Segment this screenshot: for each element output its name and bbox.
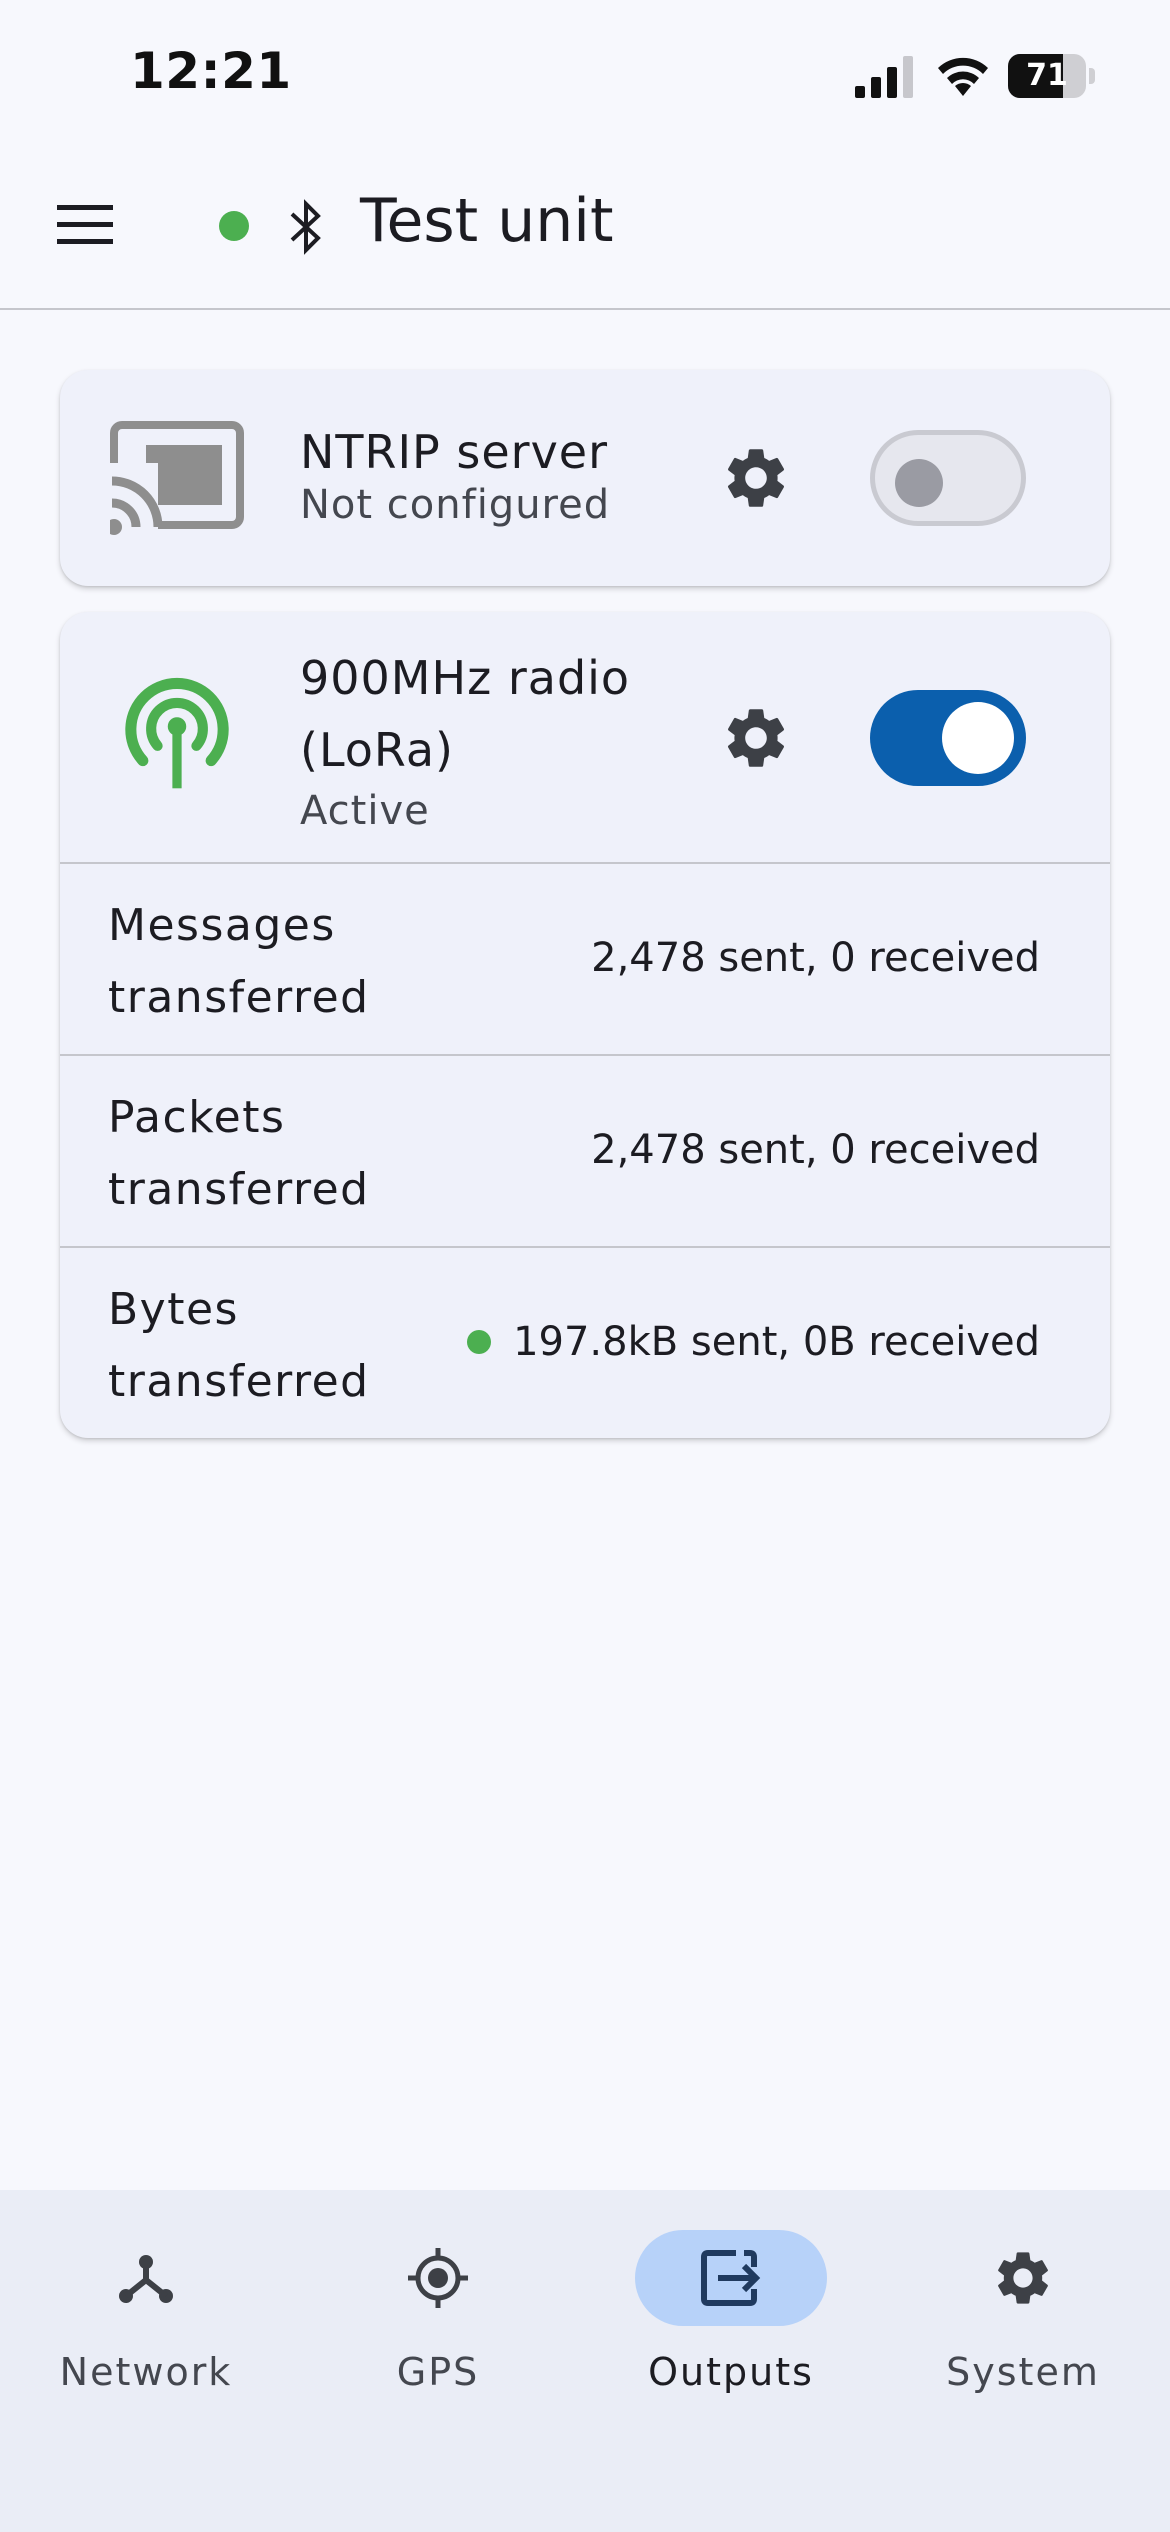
nav-system[interactable]: System bbox=[893, 2230, 1153, 2410]
outputs-icon bbox=[701, 2250, 761, 2306]
nav-label: Network bbox=[59, 2350, 233, 2394]
status-bar: 12:21 71 bbox=[0, 0, 1170, 150]
stat-value: 2,478 sent, 0 received bbox=[591, 935, 1040, 981]
output-status: Not configured bbox=[300, 482, 611, 528]
stat-label: Packets transferred bbox=[108, 1092, 370, 1215]
stat-value-bytes: 197.8kB sent, 0B received bbox=[467, 1310, 1040, 1374]
activity-dot bbox=[467, 1330, 492, 1354]
stat-label: Messages transferred bbox=[108, 900, 370, 1023]
bluetooth-icon bbox=[290, 199, 321, 255]
stat-value: 2,478 sent, 0 received bbox=[591, 1127, 1040, 1173]
nav-label: Outputs bbox=[648, 2350, 814, 2394]
stat-row-packets: Packets transferred 2,478 sent, 0 receiv… bbox=[60, 1054, 1110, 1246]
menu-button[interactable] bbox=[40, 190, 130, 260]
hamburger-icon bbox=[57, 205, 113, 244]
cellular-signal-icon bbox=[855, 56, 913, 98]
connection-status-dot bbox=[219, 211, 249, 241]
nav-gps[interactable]: GPS bbox=[308, 2230, 568, 2410]
radio-toggle[interactable] bbox=[870, 690, 1026, 786]
settings-gear-icon[interactable] bbox=[720, 442, 792, 514]
output-card-ntrip: NTRIP server Not configured bbox=[60, 370, 1110, 586]
settings-gear-icon[interactable] bbox=[720, 702, 792, 774]
battery-percent: 71 bbox=[1026, 58, 1068, 93]
nav-label: System bbox=[946, 2350, 1100, 2394]
output-status: Active bbox=[300, 788, 430, 834]
stat-row-messages: Messages transferred 2,478 sent, 0 recei… bbox=[60, 862, 1110, 1054]
network-icon bbox=[119, 2255, 173, 2303]
device-name: Test unit bbox=[360, 186, 614, 256]
battery-icon: 71 bbox=[1008, 54, 1096, 100]
nav-label: GPS bbox=[396, 2350, 480, 2394]
gear-icon bbox=[998, 2252, 1048, 2304]
output-title: NTRIP server bbox=[300, 425, 609, 479]
ntrip-toggle[interactable] bbox=[870, 430, 1026, 526]
gps-icon bbox=[408, 2248, 468, 2308]
stat-value-text: 197.8kB sent, 0B received bbox=[513, 1319, 1040, 1365]
output-card-radio: 900MHz radio (LoRa) Active Messages tran… bbox=[60, 612, 1110, 1438]
clock: 12:21 bbox=[130, 42, 292, 100]
output-title: 900MHz radio (LoRa) bbox=[300, 651, 631, 777]
app-bar: Test unit bbox=[0, 150, 1170, 310]
nav-network[interactable]: Network bbox=[16, 2230, 276, 2410]
nav-outputs[interactable]: Outputs bbox=[601, 2230, 861, 2410]
antenna-icon bbox=[125, 677, 229, 789]
cast-icon bbox=[110, 421, 244, 535]
stat-row-bytes: Bytes transferred 197.8kB sent, 0B recei… bbox=[60, 1246, 1110, 1438]
bottom-nav: Network GPS Outputs System bbox=[0, 2190, 1170, 2532]
stat-label: Bytes transferred bbox=[108, 1284, 370, 1407]
wifi-icon bbox=[938, 57, 988, 96]
